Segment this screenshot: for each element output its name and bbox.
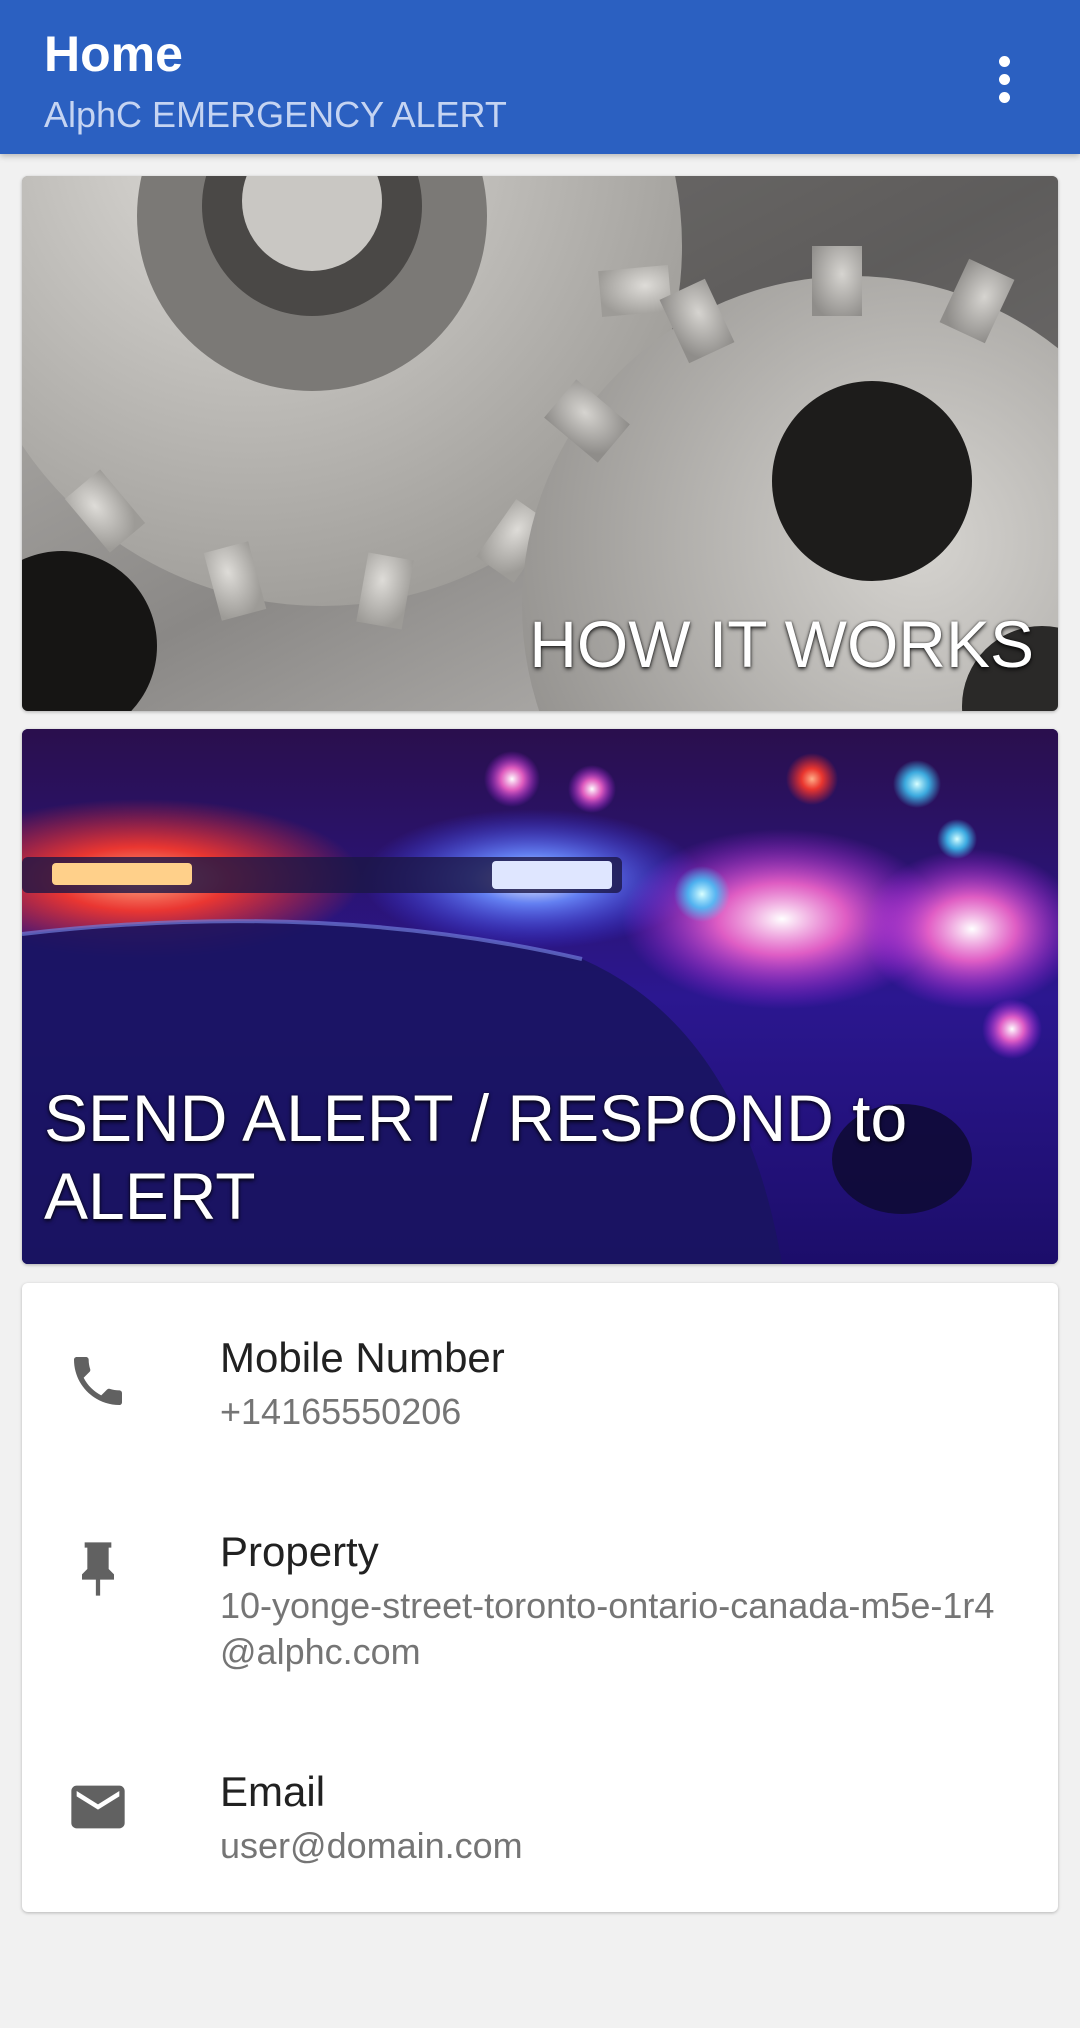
property-value: 10-yonge-street-toronto-ontario-canada-m… [220,1585,995,1672]
email-value: user@domain.com [220,1825,523,1866]
page-title: Home [44,26,183,82]
email-row[interactable]: Email user@domain.com [22,1713,1058,1912]
pin-icon [66,1537,130,1601]
mobile-number-row[interactable]: Mobile Number +14165550206 [22,1283,1058,1473]
mobile-number-value: +14165550206 [220,1391,462,1432]
profile-details-card: Mobile Number +14165550206 Property 10-y… [22,1283,1058,1912]
how-it-works-label: HOW IT WORKS [529,607,1034,681]
menu-dot [998,91,1010,103]
phone-icon [66,1349,130,1413]
property-row[interactable]: Property 10-yonge-street-toronto-ontario… [22,1473,1058,1713]
mail-icon [66,1775,130,1839]
app-bar: Home AlphC EMERGENCY ALERT [0,0,1080,154]
more-vert-icon[interactable] [968,50,1040,108]
send-alert-label: SEND ALERT / RESPOND to ALERT [44,1081,908,1233]
menu-dot [998,55,1010,67]
menu-dot [998,73,1010,85]
email-title: Email [220,1768,326,1815]
send-alert-card[interactable]: SEND ALERT / RESPOND to ALERT [22,729,1058,1264]
mobile-number-title: Mobile Number [220,1334,505,1381]
how-it-works-card[interactable]: HOW IT WORKS [22,176,1058,711]
property-title: Property [220,1528,379,1575]
app-subtitle: AlphC EMERGENCY ALERT [44,94,507,135]
